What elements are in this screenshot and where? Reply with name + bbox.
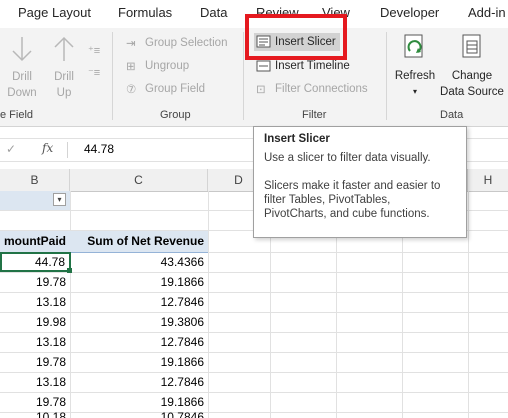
change-data-source-icon bbox=[462, 34, 481, 58]
filter-dropdown-icon[interactable]: ▾ bbox=[53, 193, 66, 206]
column-header-c[interactable]: C bbox=[70, 169, 208, 191]
insert-timeline-icon bbox=[256, 59, 272, 73]
table-cell[interactable]: 43.4366 bbox=[70, 252, 208, 272]
table-cell[interactable]: 12.7846 bbox=[70, 292, 208, 312]
column-header-h[interactable]: H bbox=[468, 169, 508, 191]
pivot-filter-cell[interactable]: ▾ bbox=[0, 191, 70, 210]
header-net-revenue[interactable]: Sum of Net Revenue bbox=[70, 231, 208, 251]
drill-down-icon bbox=[12, 37, 32, 62]
tooltip-title: Insert Slicer bbox=[264, 133, 330, 145]
table-cell[interactable]: 13.18 bbox=[0, 292, 70, 312]
ungroup-icon: ⊞ bbox=[126, 61, 136, 73]
table-cell[interactable]: 13.18 bbox=[0, 372, 70, 392]
drill-up-button[interactable]: Drill Up bbox=[44, 34, 84, 101]
tab-formulas[interactable]: Formulas bbox=[118, 5, 172, 20]
tab-add-ins[interactable]: Add-in bbox=[468, 5, 506, 20]
insert-slicer-tooltip: Insert Slicer Use a slicer to filter dat… bbox=[253, 126, 467, 238]
refresh-dropdown-icon[interactable]: ▾ bbox=[390, 84, 440, 100]
table-cell[interactable]: 19.1866 bbox=[70, 392, 208, 412]
table-cell[interactable]: 10.7846 bbox=[70, 412, 208, 418]
table-cell[interactable]: 19.3806 bbox=[70, 312, 208, 332]
filter-connections-label: Filter Connections bbox=[275, 83, 368, 95]
table-cell[interactable]: 19.1866 bbox=[70, 272, 208, 292]
drill-down-label: Drill Down bbox=[7, 71, 37, 99]
table-cell[interactable]: 19.98 bbox=[0, 312, 70, 332]
table-cell[interactable]: 19.78 bbox=[0, 392, 70, 412]
refresh-button[interactable]: Refresh ▾ bbox=[390, 33, 440, 100]
enter-icon[interactable]: ✓ bbox=[6, 142, 16, 156]
refresh-label: Refresh bbox=[394, 70, 436, 82]
group-separator bbox=[386, 32, 387, 120]
table-cell[interactable]: 12.7846 bbox=[70, 372, 208, 392]
drill-down-button[interactable]: Drill Down bbox=[2, 34, 42, 101]
expand-collapse-icons[interactable]: ⁺≡ ⁻≡ bbox=[88, 40, 100, 84]
ungroup-label: Ungroup bbox=[145, 60, 190, 72]
group-field-label: Group Field bbox=[145, 83, 206, 95]
tab-page-layout[interactable]: Page Layout bbox=[18, 5, 91, 20]
tooltip-detail-line: Slicers make it faster and easier to bbox=[264, 180, 441, 192]
group-selection-label: Group Selection bbox=[145, 37, 228, 49]
insert-function-icon[interactable]: fx bbox=[42, 141, 53, 155]
group-selection-button[interactable]: ⇥ Group Selection bbox=[126, 36, 227, 50]
table-cell[interactable]: 10.18 bbox=[0, 412, 70, 418]
change-data-source-button[interactable]: Change Data Source bbox=[436, 33, 508, 100]
drill-up-label: Drill Up bbox=[54, 71, 74, 99]
group-group-label: Group bbox=[160, 109, 191, 121]
active-field-group-label: e Field bbox=[0, 109, 34, 121]
table-cell[interactable]: 13.18 bbox=[0, 332, 70, 352]
expand-field-icon[interactable]: ⁺≡ bbox=[88, 40, 100, 62]
collapse-field-icon[interactable]: ⁻≡ bbox=[88, 62, 100, 84]
grid-line bbox=[468, 191, 469, 418]
ungroup-button[interactable]: ⊞ Ungroup bbox=[126, 59, 189, 73]
filter-connections-button[interactable]: ⊡ Filter Connections bbox=[256, 82, 368, 96]
tooltip-detail-line: PivotCharts, and cube functions. bbox=[264, 208, 430, 220]
selected-cell[interactable]: 44.78 bbox=[0, 252, 71, 272]
table-cell[interactable]: 19.1866 bbox=[70, 352, 208, 372]
column-header-b[interactable]: B bbox=[0, 169, 70, 191]
insert-timeline-button[interactable]: Insert Timeline bbox=[256, 59, 350, 73]
filter-group-label: Filter bbox=[302, 109, 327, 121]
table-cell[interactable]: 19.78 bbox=[0, 272, 70, 292]
drill-up-icon bbox=[54, 36, 74, 61]
group-separator bbox=[112, 32, 113, 120]
formula-input[interactable]: 44.78 bbox=[84, 142, 114, 156]
grid-line bbox=[208, 191, 209, 418]
table-cell[interactable]: 12.7846 bbox=[70, 332, 208, 352]
tooltip-detail-line: filter Tables, PivotTables, bbox=[264, 194, 391, 206]
group-selection-icon: ⇥ bbox=[126, 38, 136, 50]
insert-slicer-highlight bbox=[245, 14, 347, 60]
tab-data[interactable]: Data bbox=[200, 5, 227, 20]
data-group-label: Data bbox=[440, 109, 464, 121]
filter-connections-icon: ⊡ bbox=[256, 84, 266, 96]
tooltip-description: Use a slicer to filter data visually. bbox=[264, 152, 431, 164]
group-field-icon: ⑦ bbox=[126, 84, 137, 96]
change-data-source-label: Change Data Source bbox=[440, 70, 504, 98]
group-field-button[interactable]: ⑦ Group Field bbox=[126, 82, 205, 96]
insert-timeline-label: Insert Timeline bbox=[275, 60, 350, 72]
formula-bar-divider bbox=[67, 142, 68, 158]
tab-developer[interactable]: Developer bbox=[380, 5, 439, 20]
group-separator bbox=[243, 32, 244, 120]
table-cell[interactable]: 19.78 bbox=[0, 352, 70, 372]
header-amount-paid[interactable]: mountPaid bbox=[0, 231, 70, 251]
refresh-icon bbox=[404, 34, 423, 58]
